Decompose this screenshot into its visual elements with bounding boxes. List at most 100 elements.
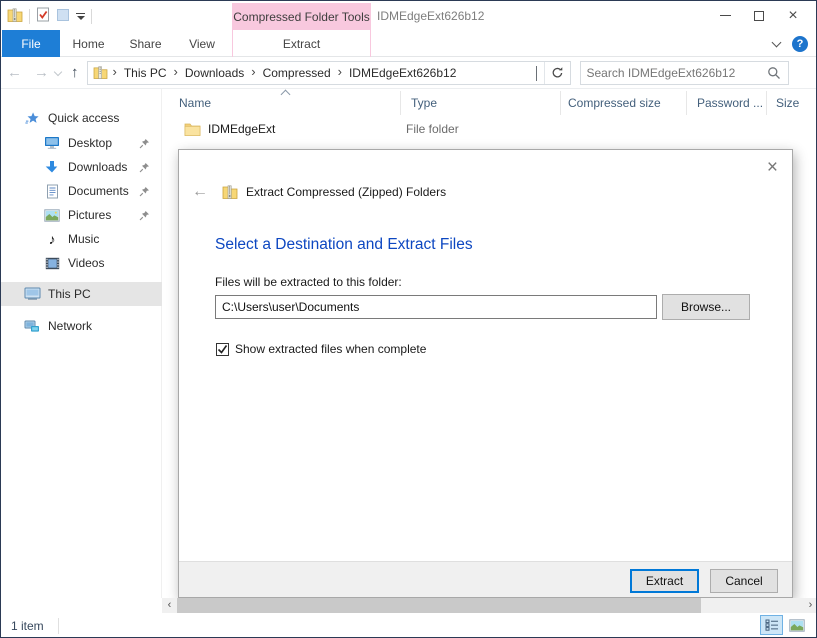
file-type: File folder <box>396 122 556 136</box>
details-view-button[interactable] <box>760 615 783 635</box>
minimize-button[interactable] <box>708 4 742 28</box>
destination-label: Files will be extracted to this folder: <box>215 275 402 289</box>
breadcrumb-compressed[interactable]: Compressed <box>259 66 335 80</box>
thumbnail-view-icon <box>789 619 805 632</box>
search-input[interactable] <box>581 66 765 80</box>
window-title: IDMEdgeExt626b12 <box>377 1 484 30</box>
column-header-type[interactable]: Type <box>401 91 561 115</box>
thumbnail-view-button[interactable] <box>785 615 808 635</box>
breadcrumb-current-folder[interactable]: IDMEdgeExt626b12 <box>345 66 460 80</box>
pin-icon <box>139 210 150 221</box>
tab-home[interactable]: Home <box>60 30 117 57</box>
forward-icon[interactable]: → <box>34 64 49 81</box>
show-extracted-checkbox[interactable] <box>216 343 229 356</box>
dialog-close-icon[interactable]: × <box>763 154 782 181</box>
help-icon[interactable]: ? <box>792 36 808 52</box>
navigation-bar: ← → ↑ › This PC › Downloads › Compressed… <box>1 57 816 89</box>
folder-icon <box>184 122 201 136</box>
document-icon <box>43 184 61 199</box>
view-switcher <box>760 615 808 635</box>
status-bar: 1 item <box>1 613 816 638</box>
file-name: IDMEdgeExt <box>208 122 396 136</box>
pin-icon <box>139 186 150 197</box>
details-view-icon <box>765 619 779 631</box>
breadcrumb-chevron-icon: › <box>112 64 118 81</box>
checkbox-label[interactable]: Show extracted files when complete <box>235 342 426 356</box>
sidebar-item-desktop[interactable]: Desktop <box>1 131 162 155</box>
sidebar-item-pictures[interactable]: Pictures <box>1 203 162 227</box>
separator <box>91 9 92 24</box>
separator <box>29 9 30 24</box>
dialog-heading: Select a Destination and Extract Files <box>215 236 473 254</box>
item-count: 1 item <box>11 619 44 633</box>
tab-share[interactable]: Share <box>117 30 174 57</box>
address-dropdown-icon[interactable] <box>529 66 544 80</box>
breadcrumb-this-pc[interactable]: This PC <box>120 66 171 80</box>
sidebar-item-music[interactable]: ♪ Music <box>1 227 162 251</box>
refresh-icon[interactable] <box>544 62 570 84</box>
breadcrumb-downloads[interactable]: Downloads <box>181 66 248 80</box>
network-icon <box>23 319 41 333</box>
column-header-name[interactable]: Name <box>162 91 401 115</box>
recent-locations-icon[interactable] <box>54 67 62 75</box>
destination-path-input[interactable] <box>215 295 657 319</box>
scrollbar-thumb[interactable] <box>177 598 701 613</box>
sidebar-item-quick-access[interactable]: Quick access <box>1 106 162 130</box>
address-bar[interactable]: › This PC › Downloads › Compressed › IDM… <box>87 61 571 85</box>
sidebar-item-this-pc[interactable]: This PC <box>1 282 162 306</box>
minimize-ribbon-icon[interactable] <box>772 37 782 47</box>
close-button[interactable]: × <box>776 4 810 28</box>
separator <box>58 618 59 634</box>
horizontal-scrollbar[interactable]: ‹ › <box>162 598 817 613</box>
extract-button[interactable]: Extract <box>630 569 699 593</box>
sidebar-item-label: Quick access <box>48 111 162 125</box>
breadcrumb: › This PC › Downloads › Compressed › IDM… <box>88 64 529 81</box>
column-header-compressed-size[interactable]: Compressed size <box>561 91 687 115</box>
sidebar-item-documents[interactable]: Documents <box>1 179 162 203</box>
column-header-size[interactable]: Size <box>767 91 817 115</box>
downloads-icon <box>43 160 61 174</box>
navigation-pane: Quick access Desktop Downloads Docume <box>1 89 162 598</box>
checkmark-icon <box>217 344 228 355</box>
sidebar-item-label: Music <box>68 232 162 246</box>
title-bar: Compressed Folder Tools IDMEdgeExt626b12… <box>1 1 816 30</box>
scroll-right-icon[interactable]: › <box>803 598 817 613</box>
column-header-password[interactable]: Password ... <box>687 91 767 115</box>
desktop-icon <box>43 136 61 150</box>
tab-file[interactable]: File <box>2 30 60 57</box>
up-icon[interactable]: ↑ <box>71 64 79 81</box>
dialog-back-icon[interactable]: ← <box>192 183 208 201</box>
search-icon[interactable] <box>765 66 788 80</box>
sidebar-item-downloads[interactable]: Downloads <box>1 155 162 179</box>
zip-folder-icon <box>222 185 238 199</box>
back-icon[interactable]: ← <box>7 64 22 81</box>
scrollbar-track[interactable] <box>177 598 803 613</box>
new-folder-icon[interactable] <box>56 8 70 25</box>
cancel-button[interactable]: Cancel <box>710 569 778 593</box>
quick-access-star-icon <box>23 111 41 126</box>
pin-icon <box>139 138 150 149</box>
window-controls: × <box>708 1 810 30</box>
zip-folder-icon <box>93 66 108 79</box>
maximize-icon <box>754 11 764 21</box>
browse-button[interactable]: Browse... <box>662 294 750 320</box>
customize-toolbar-dropdown-icon[interactable] <box>76 13 85 20</box>
properties-icon[interactable] <box>36 7 50 25</box>
sidebar-item-label: Pictures <box>68 208 139 222</box>
tab-view[interactable]: View <box>174 30 230 57</box>
film-icon <box>43 257 61 270</box>
sidebar-item-network[interactable]: Network <box>1 314 162 338</box>
zip-folder-icon <box>7 8 23 25</box>
close-icon: × <box>788 8 797 24</box>
pin-icon <box>139 162 150 173</box>
computer-icon <box>23 287 41 301</box>
sidebar-item-videos[interactable]: Videos <box>1 251 162 275</box>
scroll-left-icon[interactable]: ‹ <box>162 598 177 613</box>
file-row[interactable]: IDMEdgeExt File folder <box>162 117 817 141</box>
maximize-button[interactable] <box>742 4 776 28</box>
breadcrumb-chevron-icon: › <box>337 64 343 81</box>
tab-extract[interactable]: Extract <box>232 30 371 57</box>
search-box[interactable] <box>580 61 789 85</box>
breadcrumb-chevron-icon: › <box>173 64 179 81</box>
minimize-icon <box>720 15 731 16</box>
